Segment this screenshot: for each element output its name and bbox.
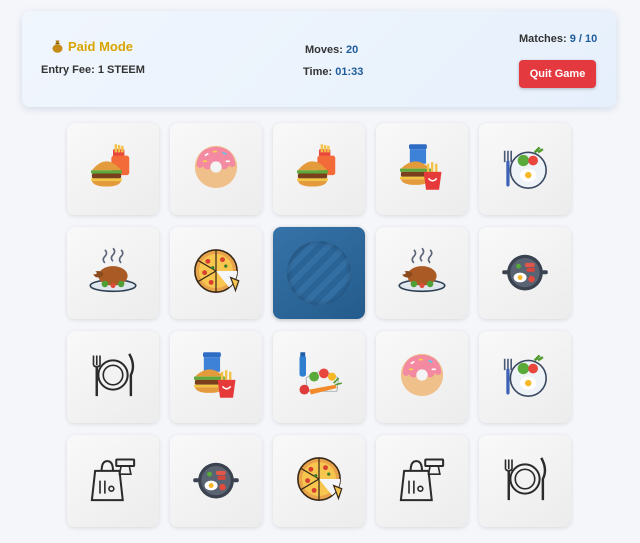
moves-counter: Moves: 20 [305, 44, 358, 56]
donut-icon [190, 141, 242, 198]
matches-value: 9 / 10 [569, 33, 598, 45]
roast-chicken-icon [87, 245, 139, 302]
burger-combo-icon [293, 141, 345, 198]
moves-value: 20 [345, 44, 359, 56]
memory-card[interactable] [273, 435, 365, 527]
memory-card[interactable] [479, 435, 571, 527]
memory-card[interactable] [170, 123, 262, 215]
pizza-icon [190, 245, 242, 302]
memory-card[interactable] [67, 123, 159, 215]
memory-card-face-down[interactable] [273, 227, 365, 319]
memory-card[interactable] [170, 331, 262, 423]
plate-cutlery-icon [87, 349, 139, 406]
pizza-icon [293, 453, 345, 510]
memory-card[interactable] [479, 227, 571, 319]
quit-game-button[interactable]: Quit Game [519, 60, 596, 88]
memory-card[interactable] [170, 227, 262, 319]
matches-label: Matches: [519, 33, 567, 45]
takeaway-bag-icon [87, 453, 139, 510]
memory-card[interactable] [273, 123, 365, 215]
entry-fee-text: Entry Fee: 1 STEEM [41, 64, 145, 76]
time-value: 01:33 [335, 66, 364, 78]
memory-card[interactable] [67, 435, 159, 527]
paid-mode-indicator: Paid Mode [52, 39, 133, 54]
memory-card[interactable] [479, 123, 571, 215]
memory-card[interactable] [376, 227, 468, 319]
card-back-pattern [287, 241, 351, 305]
money-bag-icon [52, 40, 63, 53]
memory-card[interactable] [376, 123, 468, 215]
memory-card[interactable] [376, 331, 468, 423]
roast-chicken-icon [396, 245, 448, 302]
time-label: Time: [303, 66, 333, 78]
frying-pan-icon [499, 245, 551, 302]
memory-card[interactable] [67, 227, 159, 319]
breakfast-plate-icon [499, 349, 551, 406]
frying-pan-icon [190, 453, 242, 510]
healthy-groceries-icon [293, 349, 345, 406]
takeaway-bag-icon [396, 453, 448, 510]
memory-card[interactable] [67, 331, 159, 423]
mode-label: Paid Mode [68, 39, 134, 54]
game-status-panel: Paid Mode Entry Fee: 1 STEEM Moves: 20 T… [22, 11, 616, 107]
timer: Time: 01:33 [303, 66, 363, 78]
breakfast-plate-icon [499, 141, 551, 198]
matches-counter: Matches: 9 / 10 [519, 33, 597, 45]
memory-card[interactable] [170, 435, 262, 527]
fast-food-meal-icon [190, 349, 242, 406]
moves-label: Moves: [305, 44, 343, 56]
fast-food-meal-icon [396, 141, 448, 198]
memory-card[interactable] [376, 435, 468, 527]
donut-icon [396, 349, 448, 406]
memory-card[interactable] [273, 331, 365, 423]
plate-cutlery-icon [499, 453, 551, 510]
burger-combo-icon [87, 141, 139, 198]
memory-card[interactable] [479, 331, 571, 423]
